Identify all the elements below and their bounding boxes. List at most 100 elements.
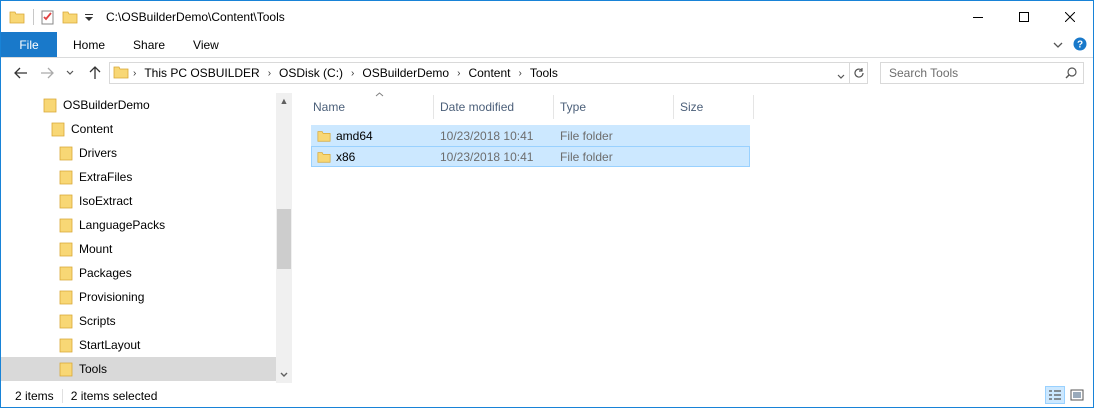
chevron-down-icon bbox=[66, 70, 74, 75]
help-icon[interactable]: ? bbox=[1073, 37, 1087, 54]
tab-home[interactable]: Home bbox=[57, 32, 119, 57]
address-bar[interactable]: › This PC OSBUILDER › OSDisk (C:) › OSBu… bbox=[109, 62, 868, 84]
scrollbar-thumb[interactable] bbox=[277, 209, 291, 269]
refresh-button[interactable] bbox=[849, 63, 867, 83]
sort-ascending-icon bbox=[375, 89, 384, 99]
maximize-button[interactable] bbox=[1001, 1, 1047, 32]
nav-item-extrafiles[interactable]: ExtraFiles bbox=[1, 165, 276, 189]
breadcrumb-tools[interactable]: Tools bbox=[526, 66, 562, 80]
breadcrumb-osbuilderdemo[interactable]: OSBuilderDemo bbox=[358, 66, 453, 80]
item-count: 2 items bbox=[15, 388, 54, 403]
nav-item-scripts[interactable]: Scripts bbox=[1, 309, 276, 333]
nav-item-label: Drivers bbox=[79, 146, 117, 160]
refresh-icon bbox=[853, 68, 864, 78]
nav-item-label: ExtraFiles bbox=[79, 170, 133, 184]
large-icons-view-icon bbox=[1070, 389, 1084, 401]
folder-icon bbox=[59, 337, 73, 353]
file-date: 10/23/2018 10:41 bbox=[440, 128, 534, 143]
status-divider bbox=[61, 388, 63, 403]
chevron-right-icon[interactable]: › bbox=[264, 68, 275, 79]
file-row-amd64[interactable]: amd64 10/23/2018 10:41 File folder bbox=[311, 125, 750, 146]
file-name: x86 bbox=[336, 149, 356, 164]
nav-item-label: Scripts bbox=[79, 314, 116, 328]
svg-text:?: ? bbox=[1077, 39, 1083, 50]
up-button[interactable] bbox=[85, 63, 105, 83]
tab-share[interactable]: Share bbox=[119, 32, 179, 57]
folder-icon bbox=[51, 121, 65, 137]
nav-item-label: Mount bbox=[79, 242, 113, 256]
chevron-right-icon[interactable]: › bbox=[514, 68, 525, 79]
back-arrow-icon bbox=[14, 67, 27, 79]
nav-item-mount[interactable]: Mount bbox=[1, 237, 276, 261]
chevron-right-icon[interactable]: › bbox=[453, 68, 464, 79]
folder-icon bbox=[59, 169, 73, 185]
nav-item-label: Content bbox=[71, 122, 114, 136]
breadcrumb-osdisk[interactable]: OSDisk (C:) bbox=[275, 66, 347, 80]
nav-item-drivers[interactable]: Drivers bbox=[1, 141, 276, 165]
scroll-down-arrow-icon[interactable] bbox=[276, 367, 292, 383]
status-bar: 2 items 2 items selected bbox=[1, 384, 1093, 407]
file-row-x86[interactable]: x86 10/23/2018 10:41 File folder bbox=[311, 146, 750, 167]
nav-item-label: IsoExtract bbox=[79, 194, 133, 208]
folder-icon bbox=[59, 241, 73, 257]
search-icon[interactable] bbox=[1065, 67, 1077, 82]
folder-icon bbox=[9, 9, 25, 25]
folder-icon bbox=[59, 193, 73, 209]
nav-item-content[interactable]: Content bbox=[1, 117, 276, 141]
folder-icon bbox=[59, 265, 73, 281]
minimize-icon bbox=[973, 16, 983, 18]
chevron-down-icon bbox=[837, 74, 845, 79]
search-placeholder: Search Tools bbox=[889, 66, 959, 80]
folder-icon bbox=[43, 97, 57, 113]
nav-item-osbuilderdemo[interactable]: OSBuilderDemo bbox=[1, 93, 276, 117]
nav-item-isoextract[interactable]: IsoExtract bbox=[1, 189, 276, 213]
address-dropdown-button[interactable] bbox=[837, 69, 845, 83]
nav-item-provisioning[interactable]: Provisioning bbox=[1, 285, 276, 309]
new-folder-icon[interactable] bbox=[62, 9, 78, 25]
nav-scrollbar[interactable]: ▲ bbox=[276, 93, 292, 383]
file-name: amd64 bbox=[336, 128, 373, 143]
column-header-name[interactable]: Name bbox=[307, 92, 434, 119]
chevron-right-icon[interactable]: › bbox=[347, 68, 358, 79]
breadcrumb-this-pc[interactable]: This PC OSBUILDER bbox=[140, 66, 263, 80]
breadcrumb-content[interactable]: Content bbox=[464, 66, 514, 80]
minimize-button[interactable] bbox=[955, 1, 1001, 32]
nav-item-label: Provisioning bbox=[79, 290, 145, 304]
large-icons-view-button[interactable] bbox=[1067, 386, 1087, 404]
properties-icon[interactable] bbox=[40, 9, 56, 25]
forward-button[interactable] bbox=[37, 63, 57, 83]
details-view-button[interactable] bbox=[1045, 386, 1065, 404]
maximize-icon bbox=[1019, 11, 1029, 22]
nav-item-tools[interactable]: Tools bbox=[1, 357, 276, 381]
column-header-type[interactable]: Type bbox=[554, 95, 674, 119]
nav-item-packages[interactable]: Packages bbox=[1, 261, 276, 285]
nav-item-languagepacks[interactable]: LanguagePacks bbox=[1, 213, 276, 237]
nav-item-label: Packages bbox=[79, 266, 132, 280]
window-title: C:\OSBuilderDemo\Content\Tools bbox=[106, 9, 285, 24]
ribbon-tabs: File Home Share View ? bbox=[1, 32, 1093, 58]
back-button[interactable] bbox=[11, 63, 31, 83]
column-header-size[interactable]: Size bbox=[674, 95, 754, 119]
recent-locations-button[interactable] bbox=[63, 63, 77, 83]
nav-item-label: LanguagePacks bbox=[79, 218, 166, 232]
explorer-window: C:\OSBuilderDemo\Content\Tools File Home… bbox=[0, 0, 1094, 408]
selection-count: 2 items selected bbox=[70, 388, 158, 403]
column-header-date-modified[interactable]: Date modified bbox=[434, 95, 554, 119]
customize-dropdown-icon[interactable] bbox=[84, 9, 94, 25]
expand-ribbon-icon[interactable] bbox=[1053, 38, 1063, 52]
toolbar-divider bbox=[33, 8, 34, 25]
folder-icon bbox=[59, 313, 73, 329]
nav-item-startlayout[interactable]: StartLayout bbox=[1, 333, 276, 357]
chevron-right-icon[interactable]: › bbox=[129, 68, 140, 79]
nav-item-label: StartLayout bbox=[79, 338, 141, 352]
tab-view[interactable]: View bbox=[179, 32, 233, 57]
search-input[interactable]: Search Tools bbox=[880, 62, 1084, 84]
file-type: File folder bbox=[560, 128, 613, 143]
folder-icon bbox=[317, 146, 331, 167]
tab-file[interactable]: File bbox=[1, 32, 57, 57]
nav-item-label: Tools bbox=[79, 362, 108, 376]
close-button[interactable] bbox=[1047, 1, 1093, 32]
up-arrow-icon bbox=[89, 66, 101, 79]
address-row: › This PC OSBUILDER › OSDisk (C:) › OSBu… bbox=[1, 58, 1093, 88]
scroll-up-arrow-icon[interactable]: ▲ bbox=[276, 93, 292, 109]
